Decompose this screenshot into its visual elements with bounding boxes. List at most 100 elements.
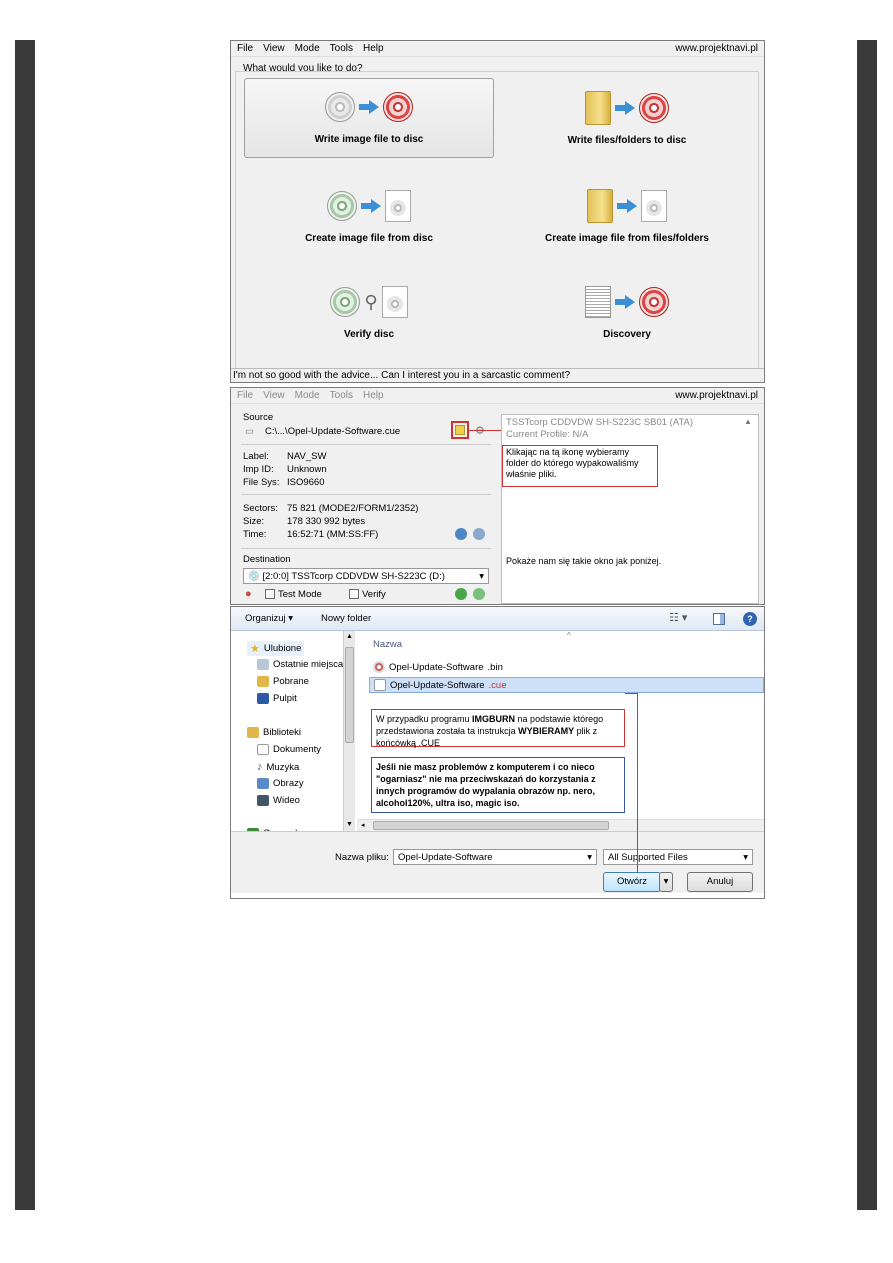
new-folder-button[interactable]: Nowy folder [321,613,371,624]
pictures-icon [257,778,269,789]
menu-tools[interactable]: Tools [330,43,353,54]
open-button[interactable]: Otwórz [603,872,661,892]
videos-icon [257,795,269,806]
verify-disc-label: Verify disc [343,329,395,340]
menu-file[interactable]: File [237,43,253,54]
menu-mode[interactable]: Mode [295,43,320,54]
star-icon: ★ [250,643,260,655]
imgburn-wizard-window: File View Mode Tools Help www.projektnav… [230,40,765,383]
source-label: Source [243,412,274,423]
image-file-icon [641,190,667,222]
nav-favorites[interactable]: ★ Ulubione [247,641,305,656]
file-item-cue[interactable]: Opel-Update-Software .cue [369,677,764,693]
sort-up-icon: ^ [567,631,571,640]
nav-downloads[interactable]: Pobrane [257,676,309,687]
libraries-icon [247,727,259,738]
write-files-button[interactable]: Write files/folders to disc [502,78,752,158]
downloads-folder-icon [257,676,269,687]
disc-burn-icon [639,93,669,123]
destination-select[interactable]: 💿 [2:0:0] TSSTcorp CDDVDW SH-S223C (D:) … [243,568,489,584]
menu-tools[interactable]: Tools [330,390,353,401]
burn-icon: ● [245,588,252,600]
scroll-up-icon[interactable]: ▲ [346,633,353,640]
preview-pane-icon[interactable] [713,613,725,625]
documents-icon [257,744,269,755]
device-name: TSSTcorp CDDVDW SH-S223C SB01 (ATA) [506,417,694,428]
scroll-thumb[interactable] [345,647,354,743]
create-image-disc-button[interactable]: Create image file from disc [244,176,494,256]
write-go-icon[interactable] [455,588,467,600]
help-icon[interactable]: ? [743,612,757,626]
file-ext: .bin [487,661,503,673]
menu-view[interactable]: View [263,43,285,54]
annotation-connector [469,430,501,431]
cancel-button[interactable]: Anuluj [687,872,753,892]
nav-videos[interactable]: Wideo [257,795,300,806]
brand-url: www.projektnavi.pl [675,390,758,401]
discovery-label: Discovery [603,329,651,340]
open-dropdown-button[interactable]: ▾ [659,872,673,892]
menu-help[interactable]: Help [363,43,384,54]
menu-mode[interactable]: Mode [295,390,320,401]
annotation-connector [637,693,638,873]
filename-value: Opel-Update-Software [398,852,493,863]
test-mode-checkbox[interactable]: Test Mode [265,589,322,600]
browse-file-icon[interactable] [455,425,465,435]
menu-help[interactable]: Help [363,390,384,401]
source-path: C:\...\Opel-Update-Software.cue [265,426,401,437]
nav-documents[interactable]: Dokumenty [257,744,321,755]
view-options-icon[interactable]: ☷ ▾ [669,611,687,624]
disc-icon [330,287,361,317]
nav-libraries[interactable]: Biblioteki [247,727,301,738]
recent-places-icon [257,659,269,670]
column-header-name[interactable]: Nazwa [373,639,402,650]
arrow-icon [615,295,635,309]
size-value: 178 330 992 bytes [287,516,366,527]
menu-view[interactable]: View [263,390,285,401]
write-next-icon[interactable] [473,588,485,600]
organize-button[interactable]: Organizuj ▾ [245,613,293,624]
filesys-key: File Sys: [243,477,280,488]
file-item-bin[interactable]: Opel-Update-Software .bin [373,661,503,673]
discovery-button[interactable]: Discovery [502,272,752,352]
disc-burn-icon [639,287,669,317]
verify-checkbox[interactable]: Verify [349,589,386,600]
scroll-left-icon[interactable]: ◂ [361,821,365,829]
file-type-select[interactable]: All Supported Files ▾ [603,849,753,865]
create-image-files-label: Create image file from files/folders [545,233,709,244]
left-dark-margin [15,40,35,1210]
file-name: Opel-Update-Software [390,679,485,691]
write-files-label: Write files/folders to disc [567,135,687,146]
write-image-button[interactable]: Write image file to disc [244,78,494,158]
nav-desktop[interactable]: Pulpit [257,693,297,704]
dialog-footer: Nazwa pliku: Opel-Update-Software ▾ All … [231,831,764,893]
filename-label: Nazwa pliku: [335,852,389,863]
write-image-label: Write image file to disc [314,134,424,145]
impid-key: Imp ID: [243,464,274,475]
filesys-value: ISO9660 [287,477,325,488]
imgburn-write-window: File View Mode Tools Help www.projektnav… [230,387,765,605]
nav-recent[interactable]: Ostatnie miejsca [257,659,343,670]
impid-value: Unknown [287,464,327,475]
cue-file-icon [374,679,386,691]
desktop-icon [257,693,269,704]
separator [241,494,491,495]
menu-file[interactable]: File [237,390,253,401]
destination-value: [2:0:0] TSSTcorp CDDVDW SH-S223C (D:) [262,571,445,582]
scroll-up-icon[interactable]: ▲ [744,417,752,426]
filename-input[interactable]: Opel-Update-Software ▾ [393,849,597,865]
create-image-disc-label: Create image file from disc [305,233,433,244]
refresh-icon[interactable] [455,528,467,540]
info-icon[interactable] [473,528,485,540]
file-list-hscrollbar[interactable]: ◂ [357,819,764,831]
scroll-down-icon[interactable]: ▼ [346,821,353,828]
nav-scrollbar[interactable]: ▲ ▼ [343,631,355,831]
destination-label: Destination [243,554,291,565]
nav-pictures[interactable]: Obrazy [257,778,304,789]
separator [241,548,491,549]
hscroll-thumb[interactable] [373,821,609,830]
create-image-files-button[interactable]: Create image file from files/folders [502,176,752,256]
menu-bar: File View Mode Tools Help www.projektnav… [231,388,764,404]
verify-disc-button[interactable]: ⚲ Verify disc [244,272,494,352]
nav-music[interactable]: ♪ Muzyka [257,761,299,773]
